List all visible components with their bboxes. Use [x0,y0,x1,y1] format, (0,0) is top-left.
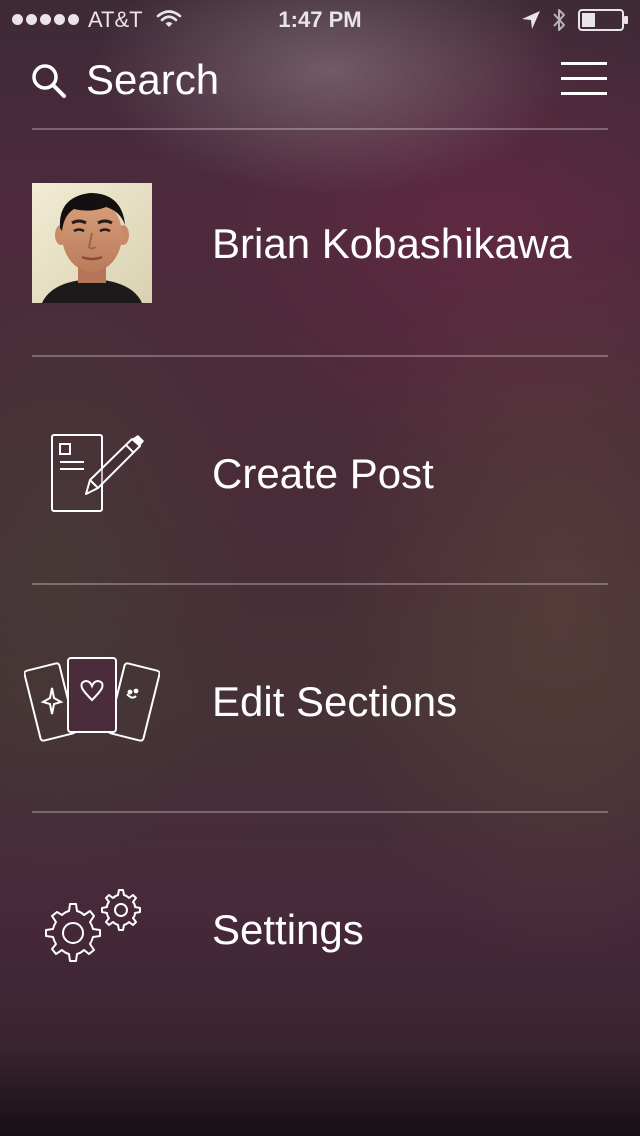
bluetooth-icon [553,9,565,31]
divider [32,811,608,813]
profile-row[interactable]: Brian Kobashikawa [0,130,640,356]
screen: AT&T 1:47 PM Search Brian Kobashikawa Cr… [0,0,640,1136]
create-post-icon [51,434,144,512]
edit-sections-item[interactable]: Edit Sections [0,586,640,812]
battery-icon [578,9,628,31]
profile-name: Brian Kobashikawa [212,220,572,267]
search-label[interactable]: Search [86,56,219,104]
search-icon[interactable] [30,62,68,100]
settings-item[interactable]: Settings [0,814,640,1040]
location-arrow-icon [522,11,540,29]
create-post-label: Create Post [212,450,434,497]
create-post-item[interactable]: Create Post [0,358,640,584]
settings-label: Settings [212,906,364,953]
divider [32,583,608,585]
edit-sections-icon [24,657,160,742]
clock: 1:47 PM [278,7,362,32]
settings-gear-icon [45,889,141,962]
status-bar: AT&T 1:47 PM [0,0,640,40]
edit-sections-label: Edit Sections [212,678,458,725]
divider [32,355,608,357]
hamburger-menu-icon[interactable] [558,60,610,100]
avatar [32,183,152,303]
